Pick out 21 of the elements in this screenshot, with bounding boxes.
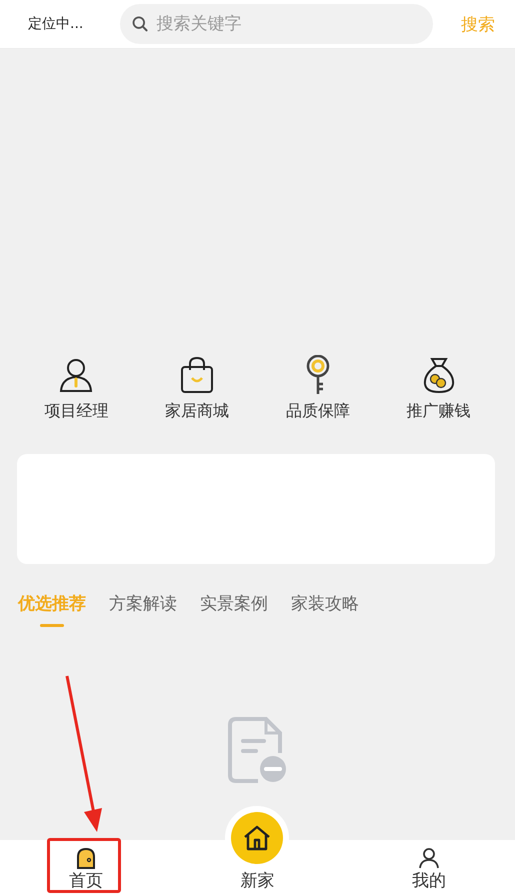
nav-label[interactable]: 新家 — [240, 869, 274, 892]
category-tab[interactable]: 方案解读 — [109, 592, 177, 627]
search-field[interactable]: 搜索关键字 — [154, 13, 421, 35]
shopping-bag-icon[interactable] — [179, 355, 216, 395]
house-icon — [243, 825, 272, 851]
empty-document-icon — [228, 717, 288, 783]
category-tab[interactable]: 实景案例 — [200, 592, 268, 627]
nav-item[interactable]: 我的 — [392, 840, 466, 896]
money-bag-icon[interactable] — [422, 355, 456, 395]
shortcut-label[interactable]: 推广赚钱 — [406, 401, 471, 422]
key-icon[interactable] — [304, 355, 331, 395]
user-icon — [418, 847, 440, 869]
shortcut-label[interactable]: 家居商城 — [165, 401, 230, 422]
location-label[interactable]: 定位中... — [28, 15, 90, 33]
shortcut-label[interactable]: 品质保障 — [286, 401, 350, 422]
category-tab[interactable]: 家装攻略 — [291, 592, 359, 627]
nav-item[interactable]: 首页 — [48, 840, 123, 896]
search-bar[interactable]: 搜索关键字 — [120, 4, 433, 44]
search-icon — [132, 15, 148, 33]
shortcut-label[interactable]: 项目经理 — [44, 401, 108, 422]
door-icon — [74, 847, 97, 869]
